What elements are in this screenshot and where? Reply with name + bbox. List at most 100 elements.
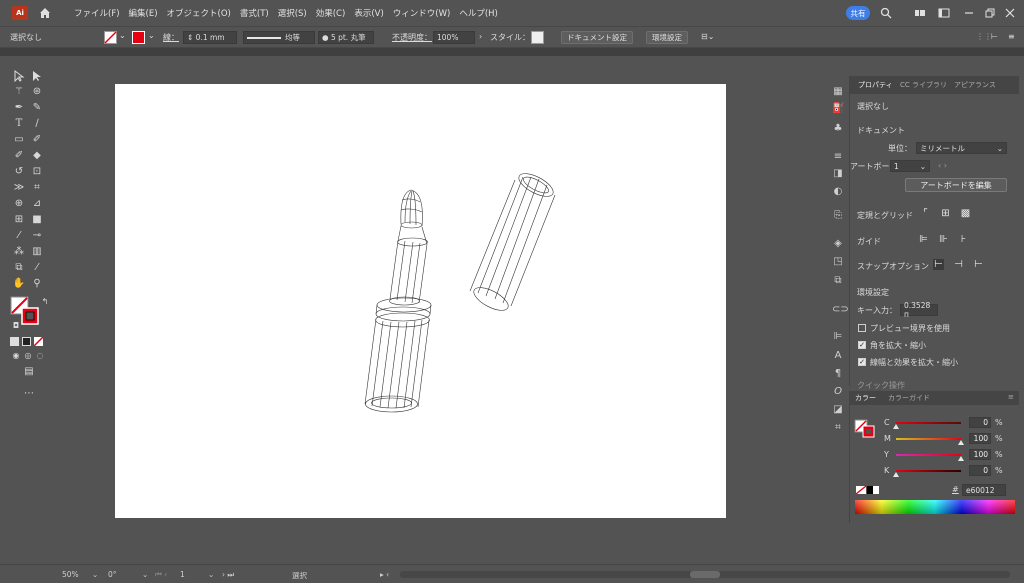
- key-input-field[interactable]: 0.3528 п: [900, 301, 938, 319]
- channel-c-slider[interactable]: [896, 422, 961, 424]
- share-button[interactable]: 共有: [846, 6, 870, 20]
- selection-tool-icon[interactable]: [12, 70, 26, 82]
- pen-tool-icon[interactable]: ✒: [12, 102, 26, 114]
- symbols-icon[interactable]: ⎘: [832, 210, 844, 222]
- tab-color-guide[interactable]: カラーガイド: [888, 393, 930, 403]
- zoom-field[interactable]: 50%: [62, 570, 79, 579]
- restore-icon[interactable]: [984, 7, 996, 19]
- snap-glyph-icon[interactable]: ⊢: [973, 259, 984, 270]
- align-options-icon[interactable]: ⊟⌄: [701, 32, 714, 41]
- default-fill-stroke-icon[interactable]: ◘: [9, 320, 23, 332]
- chevron-down-icon[interactable]: ⌄: [208, 570, 214, 579]
- menu-select[interactable]: 選択(S): [278, 7, 307, 19]
- grid-icon[interactable]: ⊞: [940, 208, 951, 219]
- free-transform-tool-icon[interactable]: ⌗: [30, 182, 44, 194]
- transparency-grid-icon[interactable]: ▩: [960, 208, 971, 219]
- menu-edit[interactable]: 編集(E): [129, 7, 158, 19]
- horizontal-scrollbar[interactable]: [400, 571, 1010, 578]
- channel-m-value[interactable]: 100: [969, 433, 991, 444]
- edit-artboard-button[interactable]: アートボードを編集: [905, 178, 1007, 192]
- properties-panel-icon[interactable]: ▦: [832, 86, 844, 98]
- artboard-number-field[interactable]: 1: [180, 570, 185, 579]
- more-tools-icon[interactable]: ⋯: [22, 388, 36, 400]
- gradient-panel-icon[interactable]: ◨: [832, 168, 844, 180]
- channel-y-knob[interactable]: [958, 456, 964, 461]
- swap-fill-stroke-icon[interactable]: ↰: [38, 296, 52, 308]
- snap-point-icon[interactable]: ⊢: [933, 259, 944, 270]
- libraries-icon[interactable]: ⛽: [832, 103, 844, 115]
- lipstick-illustration[interactable]: [115, 84, 726, 518]
- channel-k-slider[interactable]: [896, 470, 961, 472]
- mesh-tool-icon[interactable]: ⊞: [12, 214, 26, 226]
- search-icon[interactable]: [880, 7, 892, 19]
- channel-y-slider[interactable]: [896, 454, 961, 456]
- chevron-right-icon[interactable]: ›: [479, 32, 482, 41]
- symbol-sprayer-tool-icon[interactable]: ⁂: [12, 246, 26, 258]
- channel-k-knob[interactable]: [893, 472, 899, 477]
- hand-tool-icon[interactable]: ✋: [12, 278, 26, 290]
- tab-appearance[interactable]: アピアランス: [954, 80, 996, 90]
- snap-pixel-icon[interactable]: ⊣: [953, 259, 964, 270]
- type-tool-icon[interactable]: T: [12, 118, 26, 130]
- channel-c-knob[interactable]: [893, 424, 899, 429]
- direct-selection-tool-icon[interactable]: [30, 70, 44, 82]
- panel-toggle-icon[interactable]: ⊢: [991, 32, 998, 41]
- minimize-icon[interactable]: [963, 7, 975, 19]
- chevron-down-icon[interactable]: ⌄: [148, 31, 155, 40]
- artboard-tool-icon[interactable]: ⧉: [12, 262, 26, 274]
- eraser-tool-icon[interactable]: ◆: [30, 150, 44, 162]
- preferences-button[interactable]: 環境設定: [646, 31, 688, 44]
- color-spectrum[interactable]: [855, 500, 1015, 514]
- menu-effect[interactable]: 効果(C): [316, 7, 346, 19]
- channel-c-value[interactable]: 0: [969, 417, 991, 428]
- arrange-documents-icon[interactable]: [914, 7, 926, 19]
- align-icon[interactable]: ⊫: [832, 331, 844, 343]
- channel-y-value[interactable]: 100: [969, 449, 991, 460]
- show-guides-icon[interactable]: ⊫: [918, 234, 929, 245]
- screen-mode-icon[interactable]: ▤: [22, 366, 36, 378]
- smart-guides-icon[interactable]: ⊦: [958, 234, 969, 245]
- opentype-icon[interactable]: O: [832, 386, 844, 398]
- artboards-icon[interactable]: ◳: [832, 256, 844, 268]
- style-swatch[interactable]: [531, 31, 544, 44]
- chevron-down-icon[interactable]: ⌄: [142, 570, 148, 579]
- opacity-field[interactable]: 100%: [433, 31, 475, 44]
- blend-tool-icon[interactable]: ⊸: [30, 230, 44, 242]
- menu-type[interactable]: 書式(T): [240, 7, 269, 19]
- eyedropper-tool-icon[interactable]: ⁄: [12, 230, 26, 242]
- scrollbar-thumb[interactable]: [690, 571, 720, 578]
- shaper-tool-icon[interactable]: ✐: [12, 150, 26, 162]
- status-arrow-icon[interactable]: ▸ ‹: [380, 570, 389, 579]
- brush-select[interactable]: ● 5 pt. 丸筆: [318, 31, 374, 44]
- artboard[interactable]: [115, 84, 726, 518]
- channel-m-knob[interactable]: [958, 440, 964, 445]
- transform-icon[interactable]: ⧉: [832, 275, 844, 287]
- draw-inside-icon[interactable]: ◌: [33, 350, 47, 362]
- menu-window[interactable]: ウィンドウ(W): [393, 7, 451, 19]
- gradient-tool-icon[interactable]: ■: [30, 214, 44, 226]
- stroke-profile-select[interactable]: 均等: [243, 31, 315, 44]
- grid-panel-icon[interactable]: ⌗: [832, 422, 844, 434]
- color-mode-icon[interactable]: [10, 337, 19, 346]
- channel-m-slider[interactable]: [896, 438, 961, 440]
- unit-select[interactable]: ミリメートル ⌄: [916, 142, 1007, 154]
- color-fill-stroke-control[interactable]: [854, 411, 876, 439]
- stroke-width-field[interactable]: ⇕ 0.1 mm: [183, 31, 237, 44]
- shape-builder-tool-icon[interactable]: ⊕: [12, 198, 26, 210]
- lock-guides-icon[interactable]: ⊪: [938, 234, 949, 245]
- rectangle-tool-icon[interactable]: ▭: [12, 134, 26, 146]
- lasso-tool-icon[interactable]: ⊛: [30, 86, 44, 98]
- none-mode-icon[interactable]: [34, 337, 43, 346]
- stroke-swatch[interactable]: [132, 31, 145, 44]
- transparency-icon[interactable]: ◐: [832, 186, 844, 198]
- chevron-down-icon[interactable]: ⌄: [119, 31, 126, 40]
- artboard-prev-next-icon[interactable]: ‹ ›: [938, 161, 947, 170]
- workspace-icon[interactable]: [938, 7, 950, 19]
- perspective-grid-tool-icon[interactable]: ⊿: [30, 198, 44, 210]
- tab-properties[interactable]: プロパティ: [858, 80, 893, 90]
- gradient-mode-icon[interactable]: [22, 337, 31, 346]
- tab-cc-libraries[interactable]: CC ライブラリ: [900, 80, 947, 90]
- appearance-icon[interactable]: ♣: [832, 123, 844, 135]
- menu-lines-icon[interactable]: ≡: [1008, 32, 1015, 41]
- stroke-label[interactable]: 線：: [163, 32, 179, 43]
